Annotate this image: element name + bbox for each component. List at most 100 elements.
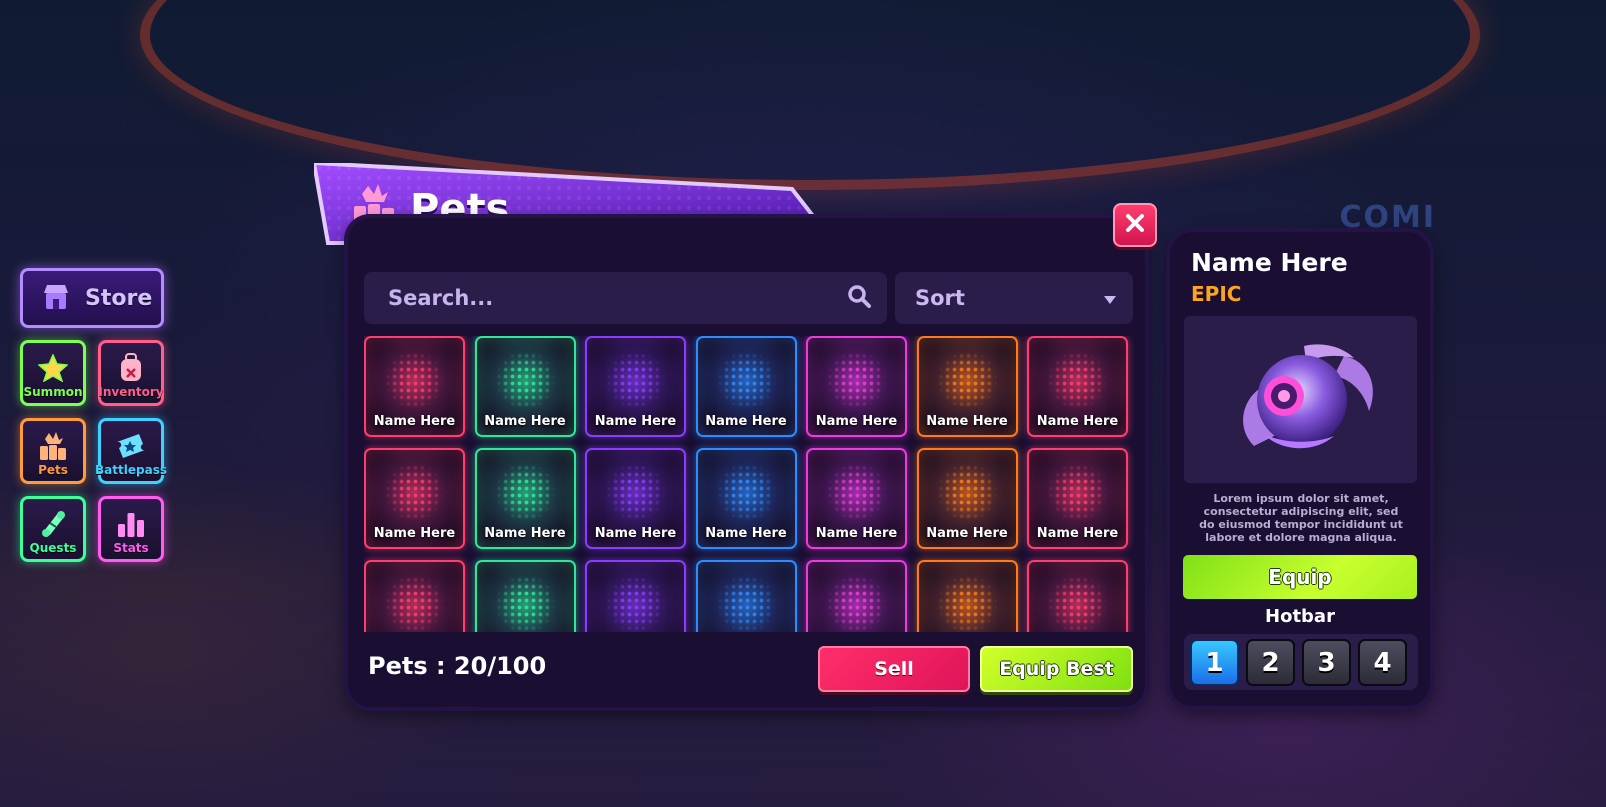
slot-grid-pattern [715, 464, 777, 520]
pet-slot-name: Name Here [705, 414, 787, 429]
pet-grid-scroll[interactable]: Name Here Name Here Name Here Name Here Name… [364, 336, 1134, 632]
sidebar-quests-button[interactable]: Quests [20, 496, 86, 562]
pet-slot[interactable]: Name Here [1027, 336, 1128, 437]
pet-slot-name: Name Here [815, 414, 898, 429]
pet-rarity: EPIC [1191, 282, 1242, 306]
pet-slot-name: Name Here [926, 526, 1008, 541]
pet-slot-name: Name Here [705, 526, 787, 541]
pet-slot[interactable]: Name Here [364, 336, 465, 437]
pet-slot[interactable]: Name Here [916, 448, 1018, 549]
pet-slot[interactable]: Name Here [806, 336, 907, 437]
ticket-icon [114, 431, 148, 461]
pet-slot[interactable]: Name Here [474, 448, 576, 549]
sidebar-battlepass-button[interactable]: Battlepass [95, 418, 167, 484]
search-icon[interactable] [847, 284, 871, 312]
pet-slot[interactable]: Name Here [916, 336, 1018, 437]
pet-slot[interactable]: Name Here [1027, 560, 1128, 632]
slot-grid-pattern [605, 464, 666, 520]
slot-grid-pattern [494, 576, 556, 632]
pet-slot[interactable]: Name Here [916, 560, 1018, 632]
sidebar-button-label: Pets [38, 463, 68, 477]
pet-slot-name: Name Here [373, 526, 456, 541]
slot-grid-pattern [826, 352, 887, 408]
pet-slot[interactable]: Name Here [585, 448, 686, 549]
pet-slot[interactable]: Name Here [806, 560, 907, 632]
background-sign: COMI [1339, 200, 1436, 235]
orb-pet-image [1243, 344, 1373, 449]
search-bar [364, 272, 887, 324]
pet-count: Pets : 20/100 [368, 652, 547, 680]
slot-grid-pattern [826, 464, 887, 520]
sidebar-summon-button[interactable]: Summon [20, 340, 86, 406]
pet-slot[interactable]: Name Here [585, 560, 686, 632]
slot-grid-pattern [1047, 576, 1108, 632]
slot-grid-pattern [605, 576, 666, 632]
close-button[interactable] [1113, 203, 1157, 247]
pet-preview [1184, 316, 1417, 483]
pet-slot-name: Name Here [484, 526, 566, 541]
pets-icon [36, 431, 70, 461]
store-label: Store [85, 285, 153, 311]
sidebar-pets-button[interactable]: Pets [20, 418, 86, 484]
pet-slot-name: Name Here [815, 526, 898, 541]
hotbar-slot-2[interactable]: 2 [1246, 639, 1295, 686]
sort-label: Sort [915, 286, 965, 310]
slot-grid-pattern [384, 352, 445, 408]
pet-name: Name Here [1191, 248, 1348, 277]
slot-grid-pattern [936, 352, 998, 408]
pet-grid: Name Here Name Here Name Here Name Here Name… [364, 336, 1134, 632]
pet-slot-name: Name Here [594, 526, 677, 541]
shop-icon [39, 282, 73, 312]
pet-slot[interactable]: Name Here [474, 336, 576, 437]
pet-slot[interactable]: Name Here [585, 336, 686, 437]
star-icon [36, 353, 70, 383]
slot-grid-pattern [936, 576, 998, 632]
slot-grid-pattern [384, 576, 445, 632]
pet-description: Lorem ipsum dolor sit amet, consectetur … [1199, 492, 1403, 544]
store-button[interactable]: Store [20, 268, 164, 328]
pet-slot[interactable]: Name Here [695, 336, 797, 437]
scroll-icon [36, 509, 70, 539]
chevron-down-icon [1103, 286, 1117, 310]
search-input[interactable] [386, 285, 847, 311]
slot-grid-pattern [494, 352, 556, 408]
sidebar-button-label: Battlepass [95, 463, 167, 477]
sidebar-inventory-button[interactable]: Inventory [98, 340, 164, 406]
pet-slot[interactable]: Name Here [1027, 448, 1128, 549]
bar-chart-icon [114, 509, 148, 539]
pet-slot[interactable]: Name Here [695, 448, 797, 549]
pet-slot[interactable]: Name Here [364, 560, 465, 632]
pet-slot-name: Name Here [926, 414, 1008, 429]
slot-grid-pattern [715, 576, 777, 632]
pet-slot-name: Name Here [373, 414, 456, 429]
pet-slot-name: Name Here [594, 414, 677, 429]
sidebar-button-label: Quests [29, 541, 77, 555]
slot-grid-pattern [936, 464, 998, 520]
sort-dropdown[interactable]: Sort [895, 272, 1133, 324]
sidebar-button-label: Inventory [98, 385, 164, 399]
pet-slot-name: Name Here [484, 414, 566, 429]
pet-slot[interactable]: Name Here [474, 560, 576, 632]
backpack-icon [114, 353, 148, 383]
hotbar-slot-4[interactable]: 4 [1358, 639, 1407, 686]
slot-grid-pattern [715, 352, 777, 408]
pet-slot[interactable]: Name Here [364, 448, 465, 549]
sidebar-button-label: Stats [113, 541, 149, 555]
hotbar-label: Hotbar [1265, 606, 1335, 627]
slot-grid-pattern [826, 576, 887, 632]
close-icon [1125, 213, 1145, 237]
pet-slot[interactable]: Name Here [695, 560, 797, 632]
hotbar-slot-1[interactable]: 1 [1190, 639, 1239, 686]
pet-slot-name: Name Here [1036, 414, 1119, 429]
pet-slot[interactable]: Name Here [806, 448, 907, 549]
hotbar-slot-3[interactable]: 3 [1302, 639, 1351, 686]
equip-button[interactable]: Equip [1183, 555, 1417, 599]
background-arch [140, 0, 1480, 190]
slot-grid-pattern [605, 352, 666, 408]
slot-grid-pattern [494, 464, 556, 520]
sell-button[interactable]: Sell [818, 646, 970, 692]
pet-slot-name: Name Here [1036, 526, 1119, 541]
equip-best-button[interactable]: Equip Best [980, 646, 1133, 692]
sidebar-stats-button[interactable]: Stats [98, 496, 164, 562]
slot-grid-pattern [1047, 464, 1108, 520]
